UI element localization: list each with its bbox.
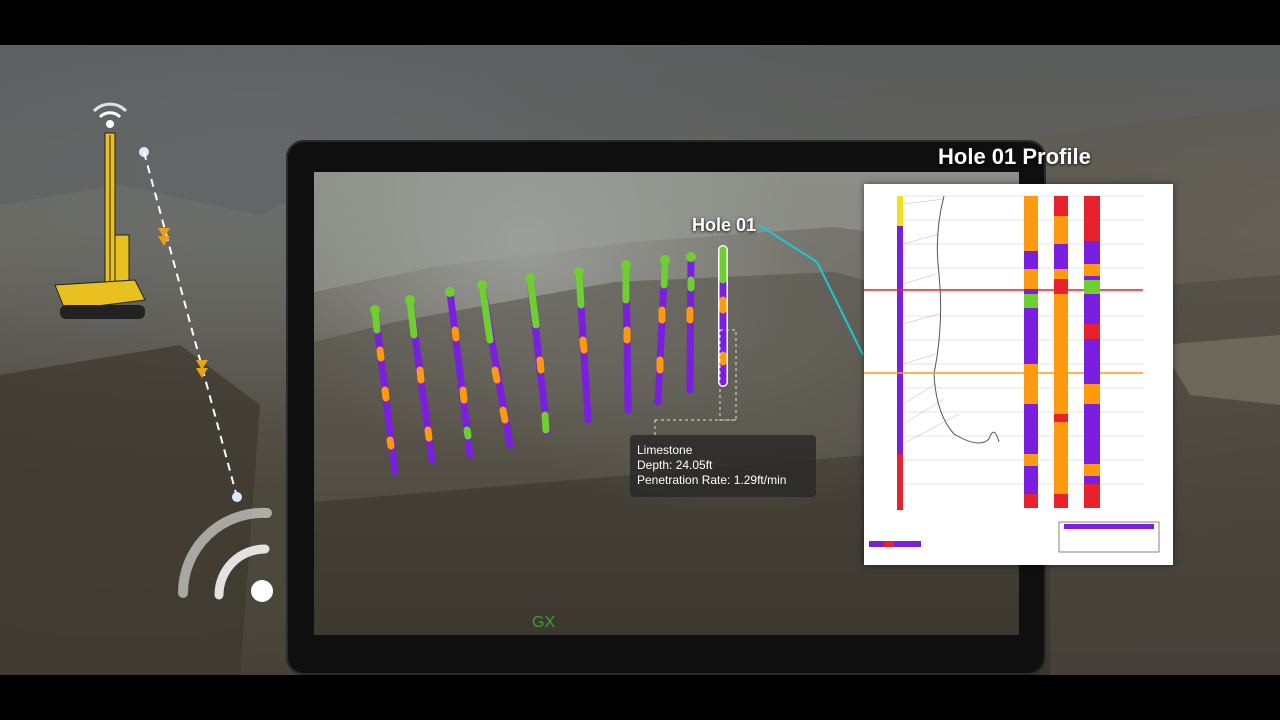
svg-text:GX: GX: [532, 614, 555, 631]
hole-05[interactable]: [525, 273, 551, 436]
hole-07[interactable]: [621, 260, 632, 414]
rock-info-tooltip: Limestone Depth: 24.05ft Penetration Rat…: [630, 435, 816, 497]
data-transfer-path: [139, 147, 242, 502]
hole-04[interactable]: [477, 280, 514, 449]
hole-label: Hole 01: [692, 215, 757, 235]
letterbox-bottom: [0, 675, 1280, 720]
profile-leader-line: [758, 224, 864, 356]
tooltip-rock-type: Limestone: [637, 443, 693, 457]
letterbox-top: [0, 0, 1280, 45]
hole-08[interactable]: [654, 255, 670, 406]
hole-06[interactable]: [574, 267, 592, 424]
tooltip-penetration-rate: Penetration Rate: 1.29ft/min: [637, 473, 787, 487]
hole-02[interactable]: [405, 295, 436, 464]
hole-01[interactable]: [370, 305, 399, 476]
tooltip-depth: Depth: 24.05ft: [637, 458, 713, 472]
profile-title: Hole 01 Profile: [938, 144, 1091, 169]
profile-chart: [864, 195, 1160, 553]
hole-03[interactable]: [445, 287, 474, 459]
feed-column: [1084, 196, 1100, 508]
penetration-column: [1024, 196, 1038, 508]
hole-09[interactable]: [686, 252, 696, 394]
hole-profile-panel[interactable]: [864, 184, 1173, 565]
percussion-column: [1054, 196, 1068, 508]
signal-arc-icon: [177, 507, 273, 602]
